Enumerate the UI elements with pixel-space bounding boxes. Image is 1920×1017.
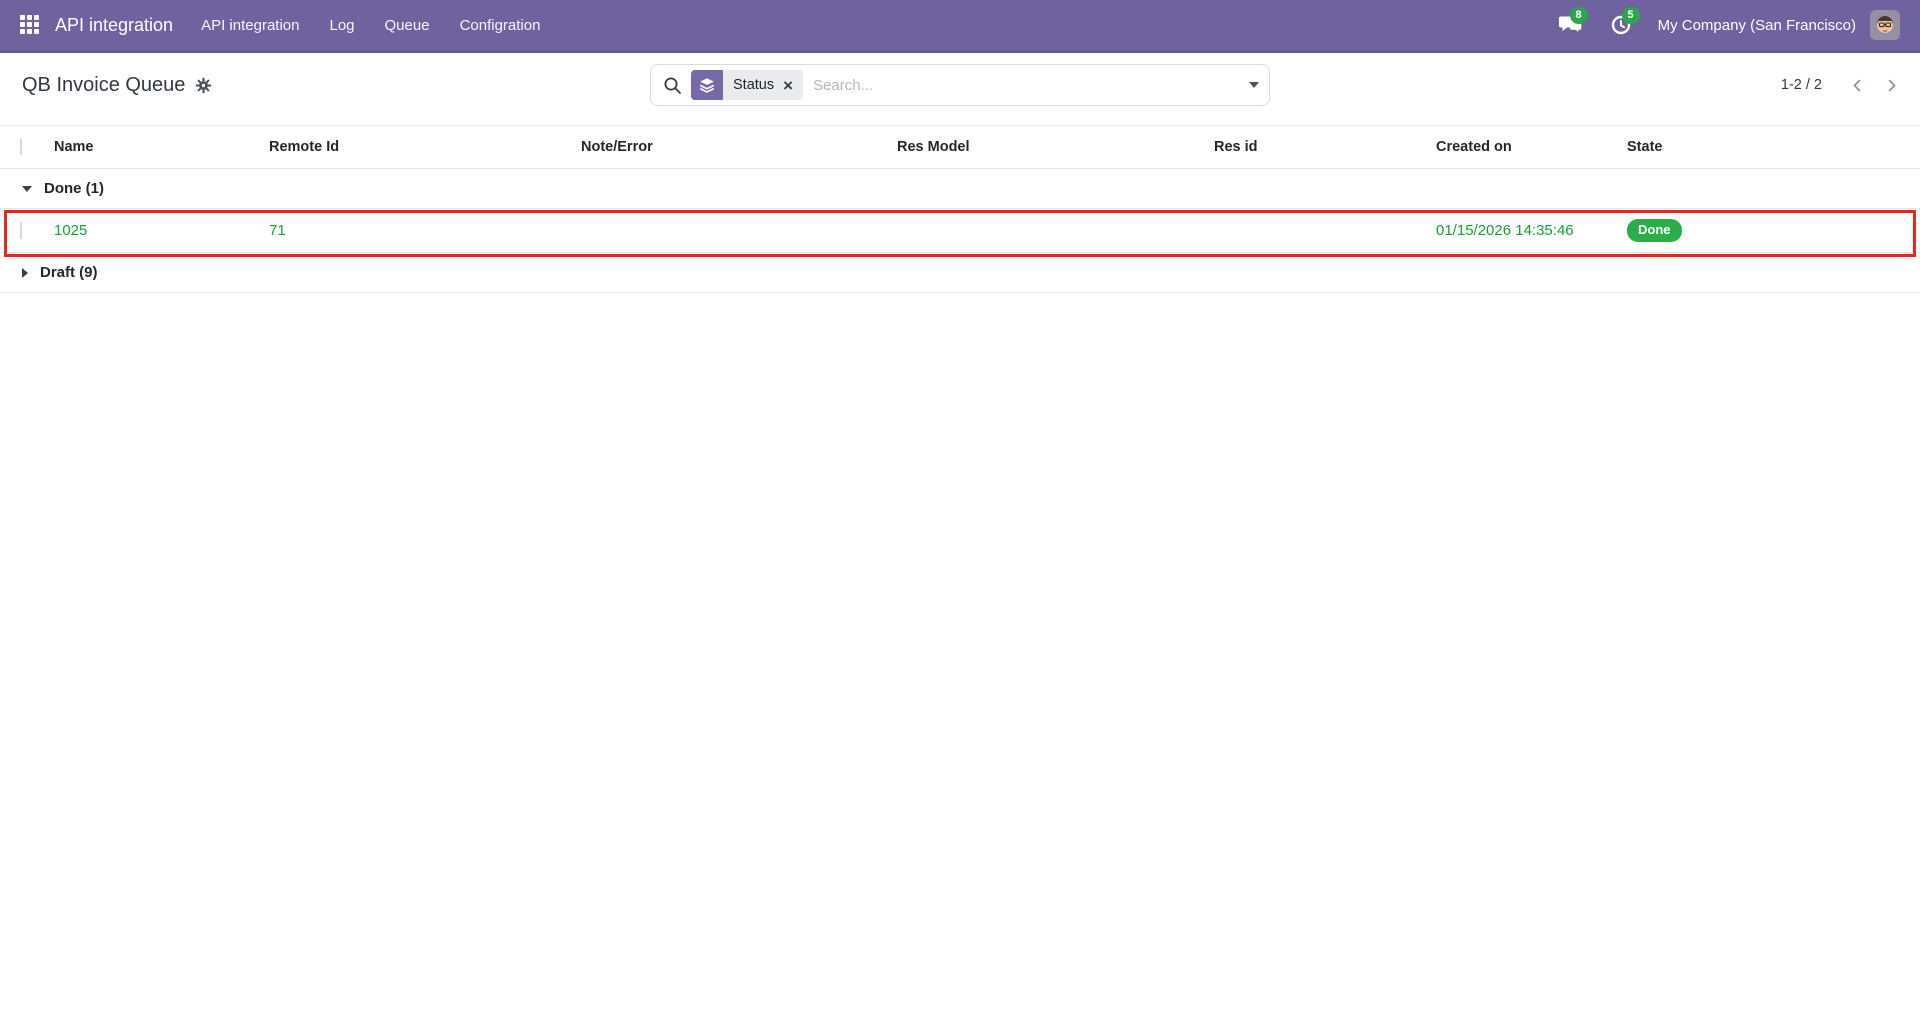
state-badge: Done	[1627, 219, 1682, 242]
pager-value[interactable]: 1-2 / 2	[1781, 77, 1822, 93]
column-header-created-on[interactable]: Created on	[1428, 139, 1619, 155]
menu-queue[interactable]: Queue	[383, 11, 432, 40]
menu-log[interactable]: Log	[327, 11, 356, 40]
select-all-checkbox[interactable]	[20, 139, 22, 155]
control-panel: QB Invoice Queue Status × Search... 1-2 …	[0, 53, 1920, 117]
menu-api-integration[interactable]: API integration	[199, 11, 301, 40]
menu-configration[interactable]: Configration	[458, 11, 543, 40]
activities-button[interactable]: 5	[1610, 7, 1640, 36]
facet-label: Status	[733, 77, 775, 93]
systray: 8 5 My Company (San Francisco)	[1558, 7, 1900, 40]
group-label: Done (1)	[44, 180, 104, 197]
search-bar: Status ×	[650, 64, 1270, 106]
page-title: QB Invoice Queue	[22, 73, 186, 96]
group-row-draft[interactable]: Draft (9)	[0, 253, 1920, 293]
caret-down-icon	[22, 185, 32, 192]
row-checkbox[interactable]	[20, 222, 22, 239]
column-header-res-id[interactable]: Res id	[1206, 139, 1428, 155]
list-view: Name Remote Id Note/Error Res Model Res …	[0, 125, 1920, 293]
search-input[interactable]	[813, 76, 1249, 94]
facet-close-icon[interactable]: ×	[783, 77, 793, 94]
search-icon	[663, 76, 682, 95]
action-menu-gear-icon[interactable]	[195, 77, 212, 94]
column-header-res-model[interactable]: Res Model	[889, 139, 1206, 155]
user-avatar[interactable]	[1870, 10, 1900, 40]
company-switcher[interactable]: My Company (San Francisco)	[1658, 17, 1856, 34]
breadcrumb: QB Invoice Queue	[22, 53, 212, 117]
pager-next-button[interactable]	[1874, 68, 1908, 102]
cell-name: 1025	[54, 222, 88, 239]
search-facet-status: Status ×	[691, 70, 804, 100]
app-brand[interactable]: API integration	[55, 15, 173, 36]
caret-right-icon	[22, 267, 28, 278]
group-row-done[interactable]: Done (1)	[0, 169, 1920, 209]
list-header-row: Name Remote Id Note/Error Res Model Res …	[0, 125, 1920, 169]
top-navbar: API integration API integration Log Queu…	[0, 0, 1920, 53]
search-dropdown-caret-icon[interactable]	[1249, 82, 1259, 88]
table-row[interactable]: 1025 71 01/15/2026 14:35:46 Done	[0, 209, 1920, 253]
activities-count-badge: 5	[1621, 7, 1640, 24]
column-header-remote-id[interactable]: Remote Id	[261, 139, 573, 155]
navbar-menus: API integration Log Queue Configration	[199, 11, 542, 40]
cell-created-on: 01/15/2026 14:35:46	[1436, 222, 1574, 239]
column-header-note-error[interactable]: Note/Error	[573, 139, 889, 155]
pager: 1-2 / 2	[1781, 53, 1908, 117]
messages-button[interactable]: 8	[1558, 7, 1588, 36]
cell-remote-id: 71	[269, 222, 286, 239]
group-label: Draft (9)	[40, 264, 98, 281]
apps-grid-icon[interactable]	[20, 15, 40, 35]
pager-previous-button[interactable]	[1840, 68, 1874, 102]
group-by-layers-icon	[691, 70, 723, 100]
messages-count-badge: 8	[1569, 7, 1588, 24]
column-header-state[interactable]: State	[1619, 139, 1920, 155]
column-header-name[interactable]: Name	[46, 139, 261, 155]
